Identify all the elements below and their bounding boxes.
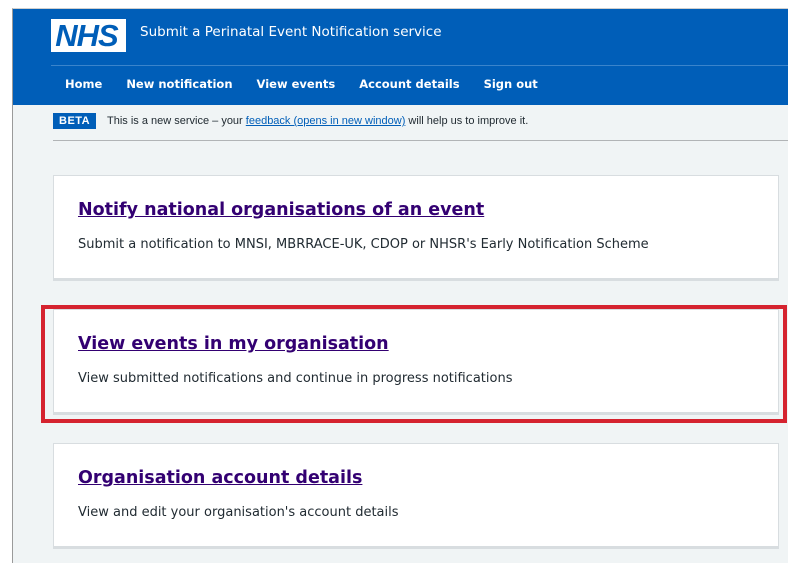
browser-viewport: NHS Submit a Perinatal Event Notificatio… <box>12 8 788 563</box>
nav-new-notification[interactable]: New notification <box>126 77 232 91</box>
card-description-notify: Submit a notification to MNSI, MBRRACE-U… <box>78 237 649 252</box>
card-view-events[interactable]: View events in my organisation View subm… <box>53 309 779 415</box>
card-description-view-events: View submitted notifications and continu… <box>78 371 513 386</box>
card-title-organisation-account-details[interactable]: Organisation account details <box>78 468 362 488</box>
card-organisation-account-details[interactable]: Organisation account details View and ed… <box>53 443 779 549</box>
nhs-logo-text: NHS <box>55 18 118 53</box>
header-divider <box>51 65 788 66</box>
beta-text-after: will help us to improve it. <box>405 115 529 127</box>
main-navigation: Home New notification View events Accoun… <box>65 77 538 91</box>
beta-banner: BETA This is a new service – your feedba… <box>53 105 788 141</box>
card-notify-national-organisations[interactable]: Notify national organisations of an even… <box>53 175 779 281</box>
nav-home[interactable]: Home <box>65 77 102 91</box>
beta-tag: BETA <box>53 113 97 129</box>
card-title-notify-national-organisations[interactable]: Notify national organisations of an even… <box>78 200 484 220</box>
service-name[interactable]: Submit a Perinatal Event Notification se… <box>140 24 442 40</box>
nhs-logo[interactable]: NHS <box>51 19 126 52</box>
feedback-link[interactable]: feedback (opens in new window) <box>246 115 406 127</box>
site-header: NHS Submit a Perinatal Event Notificatio… <box>13 9 788 105</box>
beta-text-before: This is a new service – your <box>107 115 246 127</box>
card-title-view-events[interactable]: View events in my organisation <box>78 334 389 354</box>
nav-sign-out[interactable]: Sign out <box>484 77 538 91</box>
beta-message: This is a new service – your feedback (o… <box>107 113 528 129</box>
nav-view-events[interactable]: View events <box>257 77 336 91</box>
card-description-account-details: View and edit your organisation's accoun… <box>78 505 399 520</box>
nav-account-details[interactable]: Account details <box>359 77 459 91</box>
